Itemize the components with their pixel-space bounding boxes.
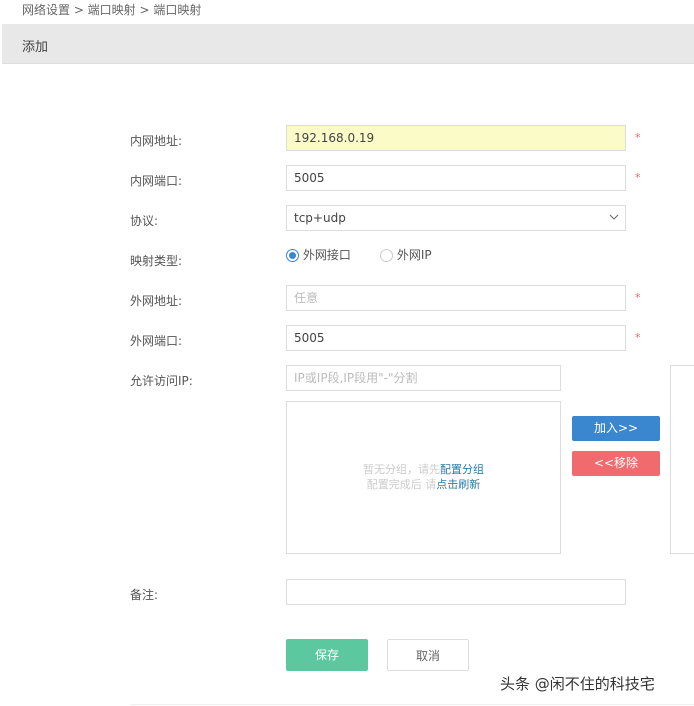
empty-text: 暂无分组，请先 — [363, 463, 440, 476]
allow-ip-input[interactable]: IP或IP段,IP段用"-"分割 — [286, 365, 561, 391]
add-button[interactable]: 加入>> — [572, 416, 660, 441]
radio-label: 外网IP — [396, 248, 432, 262]
radio-checked-icon — [286, 249, 299, 262]
cancel-button[interactable]: 取消 — [387, 639, 469, 671]
group-list[interactable]: 暂无分组，请先配置分组 配置完成后 请点击刷新 — [286, 401, 561, 554]
required-mark: * — [635, 331, 641, 344]
radio-wan-interface[interactable]: 外网接口 — [286, 246, 351, 263]
wan-addr-input[interactable]: 任意 — [286, 285, 626, 311]
breadcrumb: 网络设置 > 端口映射 > 端口映射 — [22, 3, 202, 17]
allow-ip-label: 允许访问IP: — [130, 374, 193, 388]
radio-label: 外网接口 — [302, 248, 351, 262]
placeholder: IP或IP段,IP段用"-"分割 — [294, 371, 418, 385]
save-button[interactable]: 保存 — [286, 639, 368, 671]
remove-button[interactable]: <<移除 — [572, 451, 660, 476]
protocol-value: tcp+udp — [294, 211, 346, 225]
page-header: 添加 — [2, 24, 694, 64]
page-title: 添加 — [22, 40, 49, 55]
required-mark: * — [635, 291, 641, 304]
selected-ip-list[interactable] — [670, 365, 694, 554]
required-mark: * — [635, 131, 641, 144]
lan-port-label: 内网端口: — [130, 174, 183, 188]
remark-input[interactable] — [286, 579, 626, 605]
lan-ip-label: 内网地址: — [130, 134, 183, 148]
empty-text: 配置完成后 请 — [366, 478, 437, 491]
placeholder: 任意 — [294, 291, 319, 305]
chevron-down-icon — [609, 214, 619, 220]
required-mark: * — [635, 171, 641, 184]
wan-port-label: 外网端口: — [130, 334, 183, 348]
protocol-label: 协议: — [130, 214, 159, 228]
wan-addr-label: 外网地址: — [130, 294, 183, 308]
lan-ip-input[interactable]: 192.168.0.19 — [286, 125, 626, 151]
watermark: 头条 @闲不住的科技宅 — [500, 675, 655, 693]
map-type-label: 映射类型: — [130, 254, 183, 268]
configure-group-link[interactable]: 配置分组 — [440, 463, 484, 476]
radio-wan-ip[interactable]: 外网IP — [380, 246, 432, 263]
protocol-select[interactable]: tcp+udp — [286, 205, 626, 231]
wan-port-input[interactable]: 5005 — [286, 325, 626, 351]
radio-unchecked-icon — [380, 249, 393, 262]
remark-label: 备注: — [130, 588, 159, 602]
refresh-link[interactable]: 点击刷新 — [436, 478, 480, 491]
divider — [130, 704, 694, 705]
lan-port-input[interactable]: 5005 — [286, 165, 626, 191]
